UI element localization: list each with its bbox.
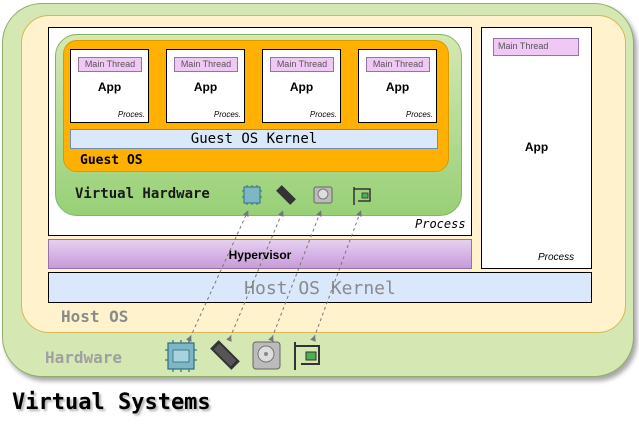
diagram-overlay — [165, 185, 371, 372]
disk-mapping-arrow — [268, 210, 322, 342]
memory-icon — [210, 340, 240, 370]
network-card-icon — [294, 342, 320, 370]
cpu-icon — [242, 185, 262, 205]
disk-icon — [313, 186, 333, 204]
memory-icon — [276, 185, 296, 205]
hardware-mapping-arrows — [186, 210, 362, 342]
cpu-mapping-arrow — [186, 210, 249, 342]
network-card-icon — [353, 187, 371, 205]
cpu-icon — [165, 340, 197, 372]
disk-icon — [252, 341, 281, 370]
memory-mapping-arrow — [226, 210, 284, 342]
network-mapping-arrow — [310, 210, 362, 342]
